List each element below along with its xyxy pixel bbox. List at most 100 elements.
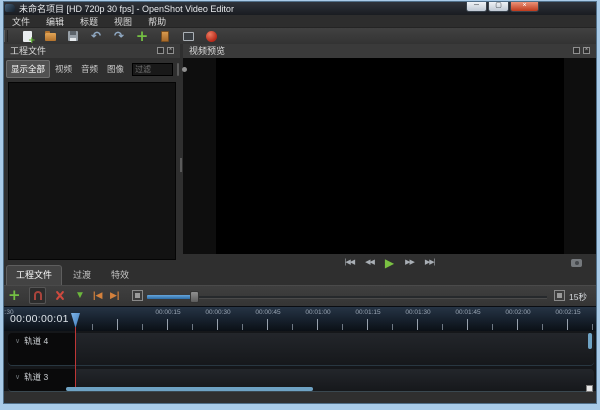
new-project-icon [23,31,32,42]
timeline-ruler[interactable]: 00:00:00:01 00:00:15 00:00:30 00:00:45 0… [1,306,599,331]
video-frame [216,58,564,254]
new-project-button[interactable] [20,29,34,43]
chevron-down-icon: ∨ [15,373,20,382]
float-panel-icon[interactable] [157,47,164,54]
track-row: ∨ 轨道 4 [8,333,594,365]
timeline-tracks-area: ∨ 轨道 4 ∨ 轨道 3 [1,331,599,391]
undo-button[interactable] [89,29,103,43]
menu-bar: 文件 编辑 标题 视图 帮助 [1,15,599,28]
capture-frame-icon[interactable] [571,259,582,267]
fast-forward-button[interactable] [405,256,414,270]
ruler-label: 00:01:30 [405,309,430,316]
playhead-line [75,327,76,387]
timeline-toolbar: + 15秒 [1,285,599,306]
horizontal-scrollbar[interactable] [66,387,313,391]
track-name: 轨道 4 [24,337,48,346]
ruler-label: 00:01:15 [355,309,380,316]
track-name: 轨道 3 [24,373,48,382]
jump-to-end-button[interactable] [425,256,435,270]
float-preview-panel-icon[interactable] [573,47,580,54]
ruler-label: 00:00:30 [205,309,230,316]
tab-effects[interactable]: 特效 [102,266,138,285]
timecode-display: 00:00:00:01 [10,313,69,325]
menu-help[interactable]: 帮助 [140,15,174,28]
close-button[interactable]: × [510,1,539,12]
center-playhead-button[interactable] [132,290,143,301]
save-project-button[interactable] [66,29,80,43]
video-preview-panel-header: 视频预览 × [183,43,596,58]
maximize-button[interactable]: ▢ [488,1,509,12]
timeline-bottom-strip [1,391,599,405]
chevron-down-icon: ∨ [15,337,20,346]
rewind-button[interactable] [365,256,374,270]
ruler-label: 00:00:15 [155,309,180,316]
menu-view[interactable]: 视图 [106,15,140,28]
video-preview-title: 视频预览 [189,44,225,57]
ruler-label: 00:02:30 [0,309,14,316]
tab-transitions[interactable]: 过渡 [64,266,100,285]
previous-marker-button[interactable] [93,290,102,301]
fullscreen-icon [183,32,194,41]
openshot-logo-icon [5,4,15,12]
track-header[interactable]: ∨ 轨道 3 [8,369,75,391]
filter-tab-video[interactable]: 视频 [51,61,76,77]
ruler-label: 00:02:00 [505,309,530,316]
track-header[interactable]: ∨ 轨道 4 [8,333,75,365]
zoom-scale-label: 15秒 [569,291,587,303]
track-clip-area[interactable] [75,333,594,365]
minimize-button[interactable]: ─ [466,1,487,12]
zoom-slider-handle[interactable] [190,291,199,303]
ruler-label: 00:01:45 [455,309,480,316]
jump-to-start-button[interactable] [345,256,355,270]
window-title: 未命名项目 [HD 720p 30 fps] - OpenShot Video … [19,2,234,15]
menu-title[interactable]: 标题 [72,15,106,28]
snapping-toggle-button[interactable] [29,287,46,304]
media-filter-bar: 显示全部 视频 音频 图像 [6,59,178,79]
open-project-button[interactable] [43,29,57,43]
open-folder-icon [45,33,56,41]
ruler-label: 00:02:15 [555,309,580,316]
import-files-button[interactable] [135,29,149,43]
filter-tab-audio[interactable]: 音频 [77,61,102,77]
zoom-scale-icon[interactable] [554,290,565,301]
menu-edit[interactable]: 编辑 [38,15,72,28]
playback-controls [183,255,596,271]
play-button[interactable] [385,256,394,270]
zoom-slider-groove[interactable] [147,296,547,299]
next-marker-button[interactable] [110,290,119,301]
profile-icon [161,31,169,42]
ruler-label: 00:01:00 [305,309,330,316]
project-files-list[interactable] [8,82,176,260]
choose-profile-button[interactable] [158,29,172,43]
add-track-button[interactable]: + [8,288,21,303]
project-files-title: 工程文件 [10,44,46,57]
ruler-label: 00:00:45 [255,309,280,316]
panel-splitter-handle[interactable] [180,158,182,172]
tab-project-files[interactable]: 工程文件 [6,265,62,285]
export-video-button[interactable] [204,29,218,43]
zoom-slider-fill [147,295,193,299]
toolbar-grip[interactable] [4,30,8,42]
add-marker-button[interactable] [75,290,85,301]
dock-tab-bar: 工程文件 过渡 特效 [6,266,138,285]
save-icon [68,31,78,41]
filter-tab-image[interactable]: 图像 [103,61,128,77]
openshot-window: 未命名项目 [HD 720p 30 fps] - OpenShot Video … [0,0,600,410]
clear-filter-button[interactable] [177,63,179,76]
close-preview-panel-icon[interactable]: × [583,47,590,54]
scrollbar-corner-handle[interactable] [586,385,593,392]
export-icon [206,31,217,42]
window-controls: ─ ▢ × [466,1,539,12]
video-preview-area [183,58,596,254]
redo-button[interactable] [112,29,126,43]
filter-input[interactable] [132,63,173,76]
title-bar[interactable]: 未命名项目 [HD 720p 30 fps] - OpenShot Video … [1,1,599,15]
menu-file[interactable]: 文件 [4,15,38,28]
vertical-scrollbar[interactable] [588,333,592,349]
filter-tab-show-all[interactable]: 显示全部 [6,60,50,78]
magnet-icon [34,291,42,300]
ruler-minor-ticks [68,324,596,330]
close-panel-icon[interactable]: × [167,47,174,54]
razor-tool-button[interactable] [54,290,65,301]
fullscreen-button[interactable] [181,29,195,43]
